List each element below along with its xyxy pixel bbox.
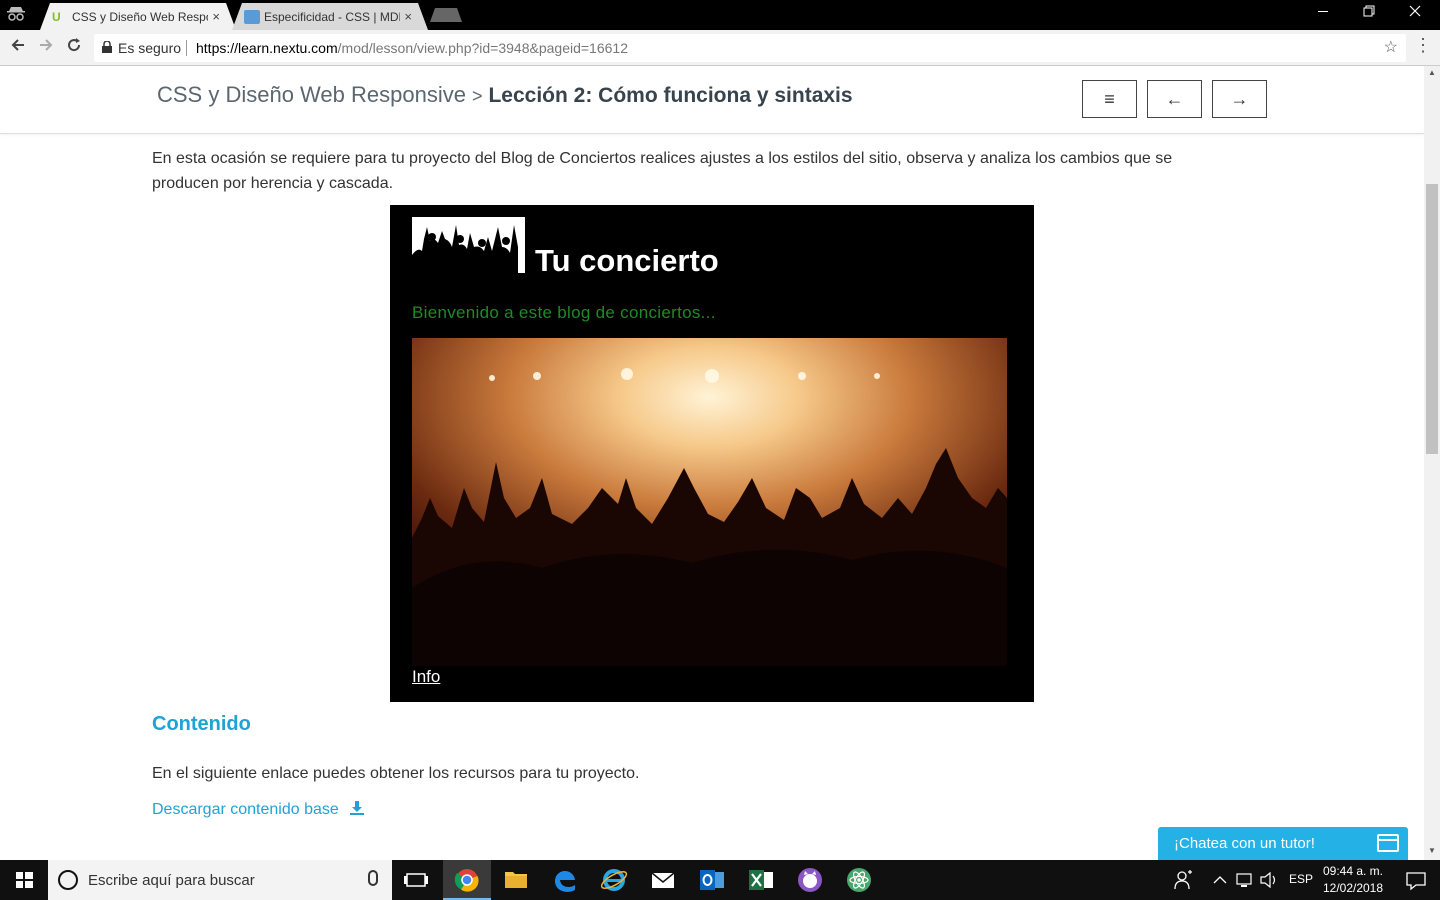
forward-arrow-icon[interactable]: [34, 36, 58, 60]
concert-photo: [412, 338, 1007, 666]
breadcrumb-course[interactable]: CSS y Diseño Web Responsive: [157, 82, 466, 107]
scrollbar-thumb[interactable]: [1426, 184, 1438, 454]
outlook-icon[interactable]: [688, 860, 736, 900]
chrome-menu-icon[interactable]: ⋮: [1414, 36, 1432, 54]
taskbar-clock[interactable]: 09:44 a. m. 12/02/2018: [1318, 863, 1388, 897]
action-center-icon[interactable]: [1392, 860, 1440, 900]
previous-page-button[interactable]: ←: [1147, 80, 1202, 118]
clock-date: 12/02/2018: [1322, 881, 1384, 895]
lock-icon: [102, 34, 112, 62]
tab-especificidad-mdn[interactable]: Especificidad - CSS | MDN ×: [232, 3, 428, 30]
arrow-right-icon: →: [1230, 89, 1249, 109]
crowd-logo-icon: [412, 217, 525, 273]
resources-text: En el siguiente enlace puedes obtener lo…: [152, 765, 640, 782]
network-icon[interactable]: [1234, 860, 1256, 900]
maximize-chat-icon[interactable]: [1377, 834, 1399, 852]
windows-start-icon[interactable]: [0, 860, 48, 900]
chrome-taskbar-icon[interactable]: [443, 860, 491, 900]
edge-icon[interactable]: [541, 860, 589, 900]
section-heading: Contenido: [152, 713, 251, 735]
secure-label: Es seguro: [118, 40, 182, 56]
clock-time: 09:44 a. m.: [1322, 864, 1384, 878]
people-icon[interactable]: [1166, 860, 1202, 900]
next-page-button[interactable]: →: [1212, 80, 1267, 118]
intro-paragraph: En esta ocasión se requiere para tu proy…: [152, 150, 1173, 192]
incognito-icon: [6, 6, 26, 24]
tab-title: CSS y Diseño Web Responsive: [72, 10, 208, 24]
project-preview-image: Tu concierto Bienvenido a este blog de c…: [390, 205, 1034, 702]
breadcrumb: CSS y Diseño Web Responsive > Lección 2: C…: [157, 82, 853, 108]
file-explorer-icon[interactable]: [492, 860, 540, 900]
chat-label: ¡Chatea con un tutor!: [1174, 835, 1315, 852]
divider: [186, 40, 187, 56]
download-icon[interactable]: [349, 800, 365, 821]
back-arrow-icon[interactable]: [6, 36, 30, 60]
scroll-down-icon[interactable]: ▼: [1424, 846, 1440, 855]
chevron-up-icon[interactable]: [1208, 860, 1232, 900]
browser-tabstrip: U CSS y Diseño Web Responsive × Especifi…: [0, 0, 1440, 30]
breadcrumb-separator: >: [471, 86, 483, 106]
download-link[interactable]: Descargar contenido base: [152, 800, 365, 821]
microphone-icon[interactable]: [368, 870, 378, 886]
browser-toolbar: Es seguro https://learn.nextu.com/mod/le…: [0, 30, 1440, 66]
hamburger-icon: ≡: [1104, 89, 1115, 109]
lesson-menu-button[interactable]: ≡: [1082, 80, 1137, 118]
tab-css-responsive[interactable]: U CSS y Diseño Web Responsive ×: [40, 3, 236, 30]
breadcrumb-lesson: Lección 2: Cómo funciona y sintaxis: [488, 84, 853, 107]
tab-close-icon[interactable]: ×: [404, 9, 412, 24]
mdn-favicon-icon: [244, 10, 260, 24]
download-link-label[interactable]: Descargar contenido base: [152, 801, 339, 818]
nextu-favicon-icon: U: [52, 10, 61, 24]
internet-explorer-icon[interactable]: [590, 860, 638, 900]
url-text[interactable]: https://learn.nextu.com/mod/lesson/view.…: [196, 34, 628, 62]
chat-tutor-button[interactable]: ¡Chatea con un tutor!: [1158, 827, 1408, 860]
arrow-left-icon: ←: [1165, 89, 1184, 109]
atom-icon[interactable]: [835, 860, 883, 900]
tab-title: Especificidad - CSS | MDN: [264, 10, 400, 24]
language-indicator[interactable]: ESP: [1289, 872, 1313, 886]
preview-site-title: Tu concierto: [535, 243, 719, 278]
lesson-header: CSS y Diseño Web Responsive > Lección 2: C…: [0, 66, 1424, 134]
restore-icon[interactable]: [1346, 4, 1392, 26]
scroll-up-icon[interactable]: ▲: [1424, 68, 1440, 77]
taskbar-search-placeholder: Escribe aquí para buscar: [88, 872, 255, 889]
preview-welcome-text: Bienvenido a este blog de conciertos...: [412, 303, 716, 322]
minimize-icon[interactable]: [1300, 4, 1346, 26]
taskbar-search-box[interactable]: Escribe aquí para buscar: [48, 860, 392, 900]
mail-icon[interactable]: [639, 860, 687, 900]
task-view-icon[interactable]: [392, 860, 440, 900]
tab-close-icon[interactable]: ×: [212, 9, 220, 24]
reload-icon[interactable]: [62, 36, 86, 60]
windows-taskbar: Escribe aquí para buscar ESP 09:44 a. m.…: [0, 860, 1440, 900]
preview-info-link: Info: [412, 667, 441, 686]
volume-icon[interactable]: [1258, 860, 1280, 900]
excel-icon[interactable]: [737, 860, 785, 900]
close-window-icon[interactable]: [1392, 4, 1438, 26]
github-desktop-icon[interactable]: [786, 860, 834, 900]
bookmark-star-icon[interactable]: ☆: [1384, 34, 1398, 62]
new-tab-button[interactable]: [430, 8, 462, 22]
cortana-icon[interactable]: [58, 870, 78, 890]
address-bar[interactable]: Es seguro https://learn.nextu.com/mod/le…: [94, 34, 1406, 62]
